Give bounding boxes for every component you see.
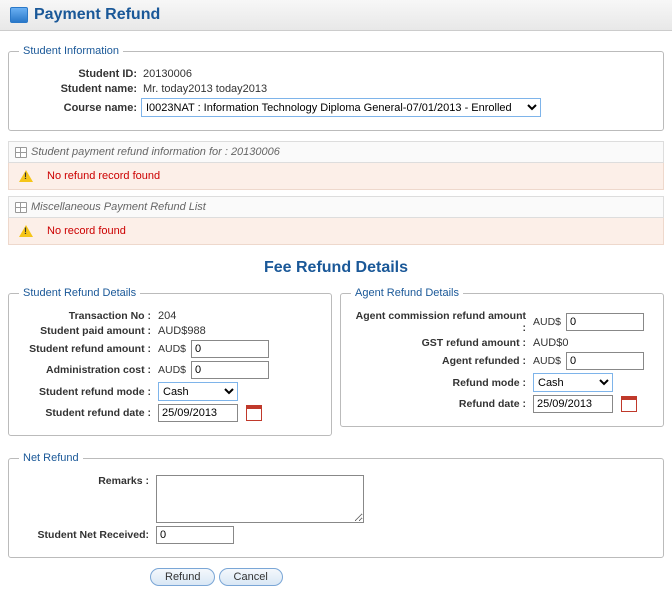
currency-prefix: AUD$ [533, 355, 561, 367]
student-refund-legend: Student Refund Details [19, 287, 140, 299]
student-paid-label: Student paid amount : [19, 325, 154, 337]
refund-info-section-header: Student payment refund information for :… [8, 141, 664, 163]
course-select[interactable]: I0023NAT : Information Technology Diplom… [141, 98, 541, 117]
misc-refund-alert: No record found [8, 218, 664, 245]
student-refund-amount-input[interactable] [191, 340, 269, 358]
cancel-button[interactable]: Cancel [219, 568, 283, 586]
refund-info-msg: No refund record found [47, 170, 160, 182]
agent-refund-details-fieldset: Agent Refund Details Agent commission re… [340, 287, 664, 427]
gst-refund-value: AUD$0 [533, 337, 568, 349]
misc-refund-title: Miscellaneous Payment Refund List [31, 201, 206, 213]
student-refund-date-input[interactable] [158, 404, 238, 422]
fee-refund-details-heading: Fee Refund Details [8, 259, 664, 277]
agent-commission-label: Agent commission refund amount : [351, 310, 529, 334]
refund-info-title: Student payment refund information for :… [31, 146, 280, 158]
student-name-value: Mr. today2013 today2013 [141, 83, 267, 95]
agent-refunded-input[interactable] [566, 352, 644, 370]
net-refund-legend: Net Refund [19, 452, 83, 464]
course-name-label: Course name: [19, 102, 141, 114]
student-paid-value: AUD$988 [158, 325, 206, 337]
warning-icon [19, 170, 33, 182]
grid-icon [15, 202, 27, 213]
agent-refunded-label: Agent refunded : [351, 355, 529, 367]
student-net-received-input[interactable] [156, 526, 234, 544]
misc-refund-section-header: Miscellaneous Payment Refund List [8, 196, 664, 218]
remarks-label: Remarks : [19, 475, 152, 487]
grid-icon [15, 147, 27, 158]
student-refund-date-label: Student refund date : [19, 407, 154, 419]
transaction-no-value: 204 [158, 310, 176, 322]
student-net-received-label: Student Net Received: [19, 529, 152, 541]
admin-cost-label: Administration cost : [19, 364, 154, 376]
student-refund-mode-label: Student refund mode : [19, 386, 154, 398]
currency-prefix: AUD$ [158, 364, 186, 376]
agent-refund-mode-select[interactable]: Cash [533, 373, 613, 392]
refund-info-alert: No refund record found [8, 163, 664, 190]
student-refund-mode-select[interactable]: Cash [158, 382, 238, 401]
student-id-value: 20130006 [141, 68, 192, 80]
net-refund-fieldset: Net Refund Remarks : Student Net Receive… [8, 452, 664, 558]
student-name-label: Student name: [19, 83, 141, 95]
student-id-label: Student ID: [19, 68, 141, 80]
student-info-legend: Student Information [19, 45, 123, 57]
agent-commission-input[interactable] [566, 313, 644, 331]
student-info-fieldset: Student Information Student ID: 20130006… [8, 45, 664, 131]
currency-prefix: AUD$ [158, 343, 186, 355]
warning-icon [19, 225, 33, 237]
remarks-textarea[interactable] [156, 475, 364, 523]
page-header: Payment Refund [0, 0, 672, 31]
student-refund-details-fieldset: Student Refund Details Transaction No : … [8, 287, 332, 436]
misc-refund-msg: No record found [47, 225, 126, 237]
agent-refund-date-input[interactable] [533, 395, 613, 413]
agent-refund-mode-label: Refund mode : [351, 377, 529, 389]
refund-button[interactable]: Refund [150, 568, 215, 586]
page-title: Payment Refund [34, 6, 160, 24]
transaction-no-label: Transaction No : [19, 310, 154, 322]
admin-cost-input[interactable] [191, 361, 269, 379]
calendar-icon[interactable] [246, 405, 262, 421]
monitor-icon [10, 7, 28, 23]
agent-refund-date-label: Refund date : [351, 398, 529, 410]
student-refund-amount-label: Student refund amount : [19, 343, 154, 355]
currency-prefix: AUD$ [533, 316, 561, 328]
gst-refund-label: GST refund amount : [351, 337, 529, 349]
calendar-icon[interactable] [621, 396, 637, 412]
agent-refund-legend: Agent Refund Details [351, 287, 463, 299]
